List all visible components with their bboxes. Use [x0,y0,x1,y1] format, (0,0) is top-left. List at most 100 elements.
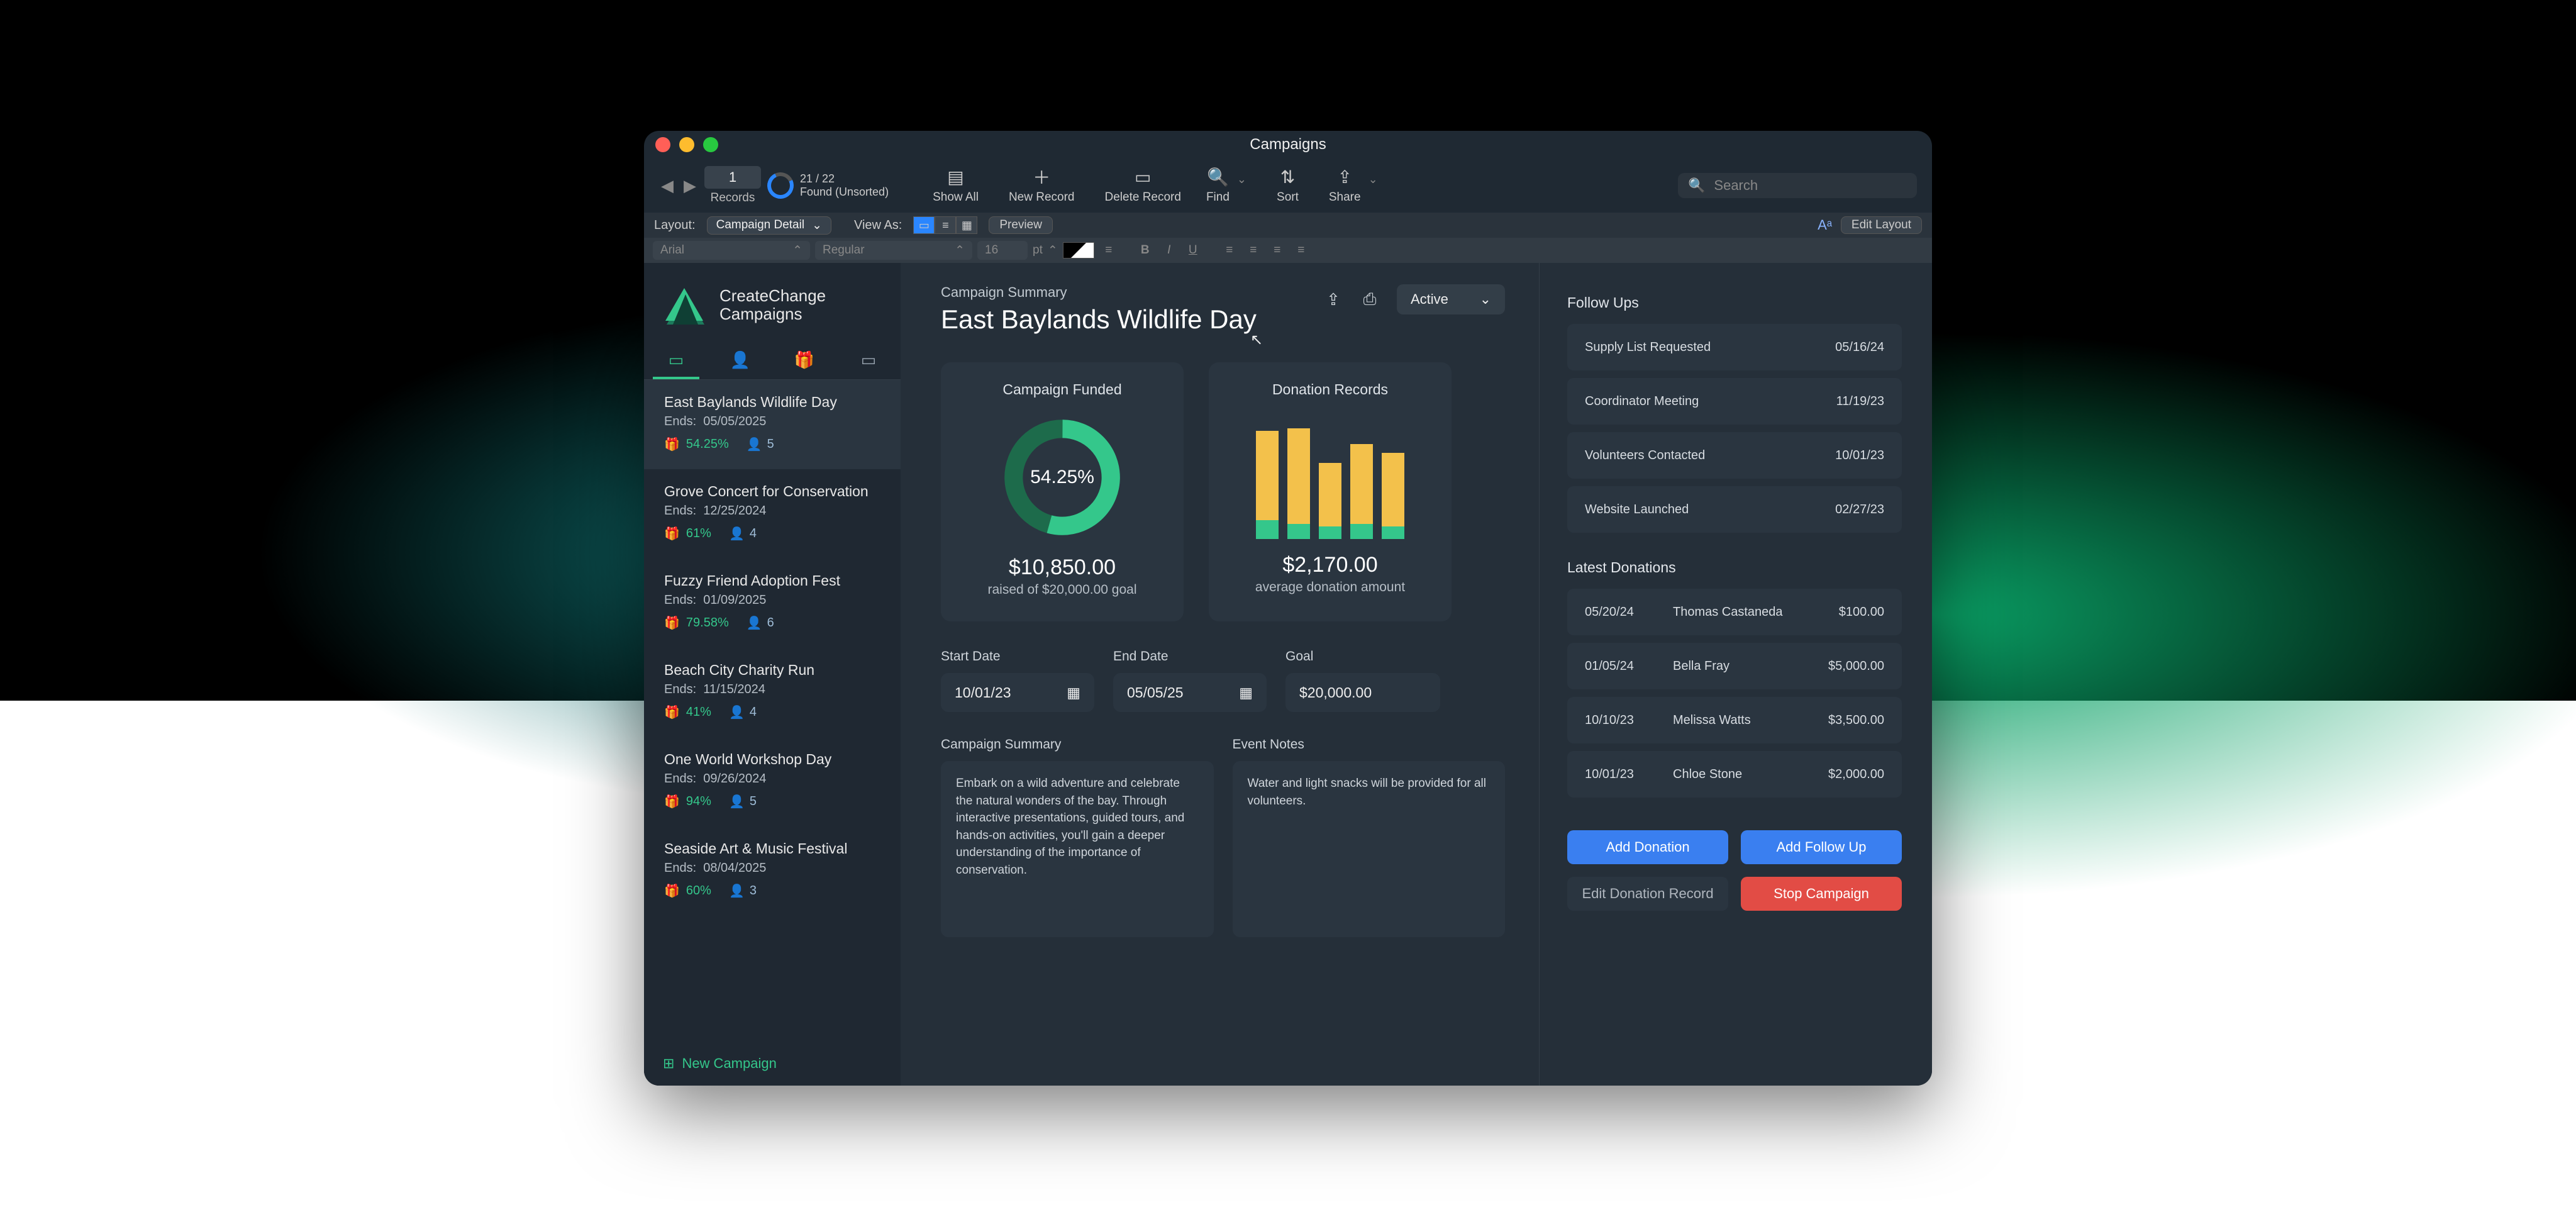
campaign-summary-text[interactable]: Embark on a wild adventure and celebrate… [941,761,1214,937]
plus-box-icon: ⊞ [663,1055,674,1072]
donation-name: Bella Fray [1673,659,1790,674]
new-record-button[interactable]: ＋ New Record [1009,167,1075,204]
font-size-field[interactable]: 16 [977,241,1028,260]
search-input[interactable]: 🔍 Search [1678,173,1917,198]
layout-bar: Layout: Campaign Detail⌄ View As: ▭ ≡ ▦ … [644,213,1932,238]
calendar-icon: ▦ [1067,684,1080,701]
record-ratio: 21 / 22 [800,172,889,186]
font-family-select[interactable]: Arial⌃ [653,241,810,260]
campaign-list-item[interactable]: Fuzzy Friend Adoption Fest Ends: 01/09/2… [644,559,901,648]
underline-button[interactable]: U [1184,243,1202,257]
edit-donation-record-button[interactable]: Edit Donation Record [1567,877,1728,911]
align-center-button[interactable]: ≡ [1244,243,1263,257]
card-icon: ▭ [861,350,877,370]
show-all-button[interactable]: ▤ Show All [933,167,979,204]
donation-row[interactable]: 01/05/24Bella Fray$5,000.00 [1567,643,1902,689]
search-placeholder: Search [1714,177,1758,194]
campaign-list-item[interactable]: Grove Concert for Conservation Ends: 12/… [644,469,901,559]
campaign-list-item[interactable]: Seaside Art & Music Festival Ends: 08/04… [644,826,901,916]
add-donation-button[interactable]: Add Donation [1567,830,1728,864]
view-form-button[interactable]: ▭ [913,216,935,234]
donation-date: 10/01/23 [1585,767,1673,782]
align-right-button[interactable]: ≡ [1268,243,1287,257]
plus-square-icon: ＋ [1031,167,1052,187]
followup-row[interactable]: Website Launched02/27/23 [1567,486,1902,533]
tab-people[interactable]: 👤 [708,341,772,379]
donation-row[interactable]: 05/20/24Thomas Castaneda$100.00 [1567,589,1902,635]
preview-toggle[interactable]: Preview [989,216,1053,234]
italic-button[interactable]: I [1160,243,1179,257]
gift-icon: 🎁 [664,437,680,452]
donation-bars-chart [1256,428,1404,539]
print-button[interactable]: ⎙ [1360,289,1379,309]
status-select[interactable]: Active ⌄ [1397,284,1505,314]
view-list-button[interactable]: ≡ [935,216,956,234]
donation-row[interactable]: 10/10/23Melissa Watts$3,500.00 [1567,697,1902,743]
campaign-percent: 54.25% [686,437,729,452]
funded-card-title: Campaign Funded [1002,381,1121,398]
followup-row[interactable]: Coordinator Meeting 11/19/23 [1567,378,1902,425]
chevron-down-icon: ⌄ [1480,291,1491,308]
prev-record-button[interactable]: ◀ [659,177,675,194]
export-button[interactable]: ⇪ [1324,290,1343,309]
find-menu-caret[interactable]: ⌄ [1237,173,1246,186]
zoom-window-button[interactable] [703,137,718,152]
start-date-input[interactable]: 10/01/23 ▦ [941,673,1094,712]
stop-campaign-button[interactable]: Stop Campaign [1741,877,1902,911]
campaign-list-item[interactable]: East Baylands Wildlife Day Ends: 05/05/2… [644,380,901,469]
fill-color-swatch[interactable] [1063,242,1094,259]
goal-input[interactable]: $20,000.00 [1285,673,1440,712]
bold-button[interactable]: B [1136,243,1155,257]
tab-reports[interactable]: ▭ [836,341,901,379]
breadcrumb: Campaign Summary [941,284,1257,301]
campaign-list-item[interactable]: Beach City Charity Run Ends: 11/15/2024 … [644,648,901,737]
trash-icon: ▭ [1133,167,1153,187]
campaign-people: 4 [750,705,757,720]
delete-record-button[interactable]: ▭ Delete Record [1105,167,1181,204]
campaign-end-date: Ends: 05/05/2025 [664,414,880,429]
campaign-name: East Baylands Wildlife Day [664,394,880,411]
text-style-ai-icon[interactable]: Aᵃ [1818,217,1832,233]
align-left-button[interactable]: ≡ [1220,243,1239,257]
page-title: East Baylands Wildlife Day [941,304,1257,335]
event-notes-text[interactable]: Water and light snacks will be provided … [1233,761,1506,937]
followup-row[interactable]: Volunteers Contacted10/01/23 [1567,432,1902,479]
tab-campaigns[interactable]: ▭ [644,341,708,379]
close-window-button[interactable] [655,137,670,152]
add-followup-button[interactable]: Add Follow Up [1741,830,1902,864]
search-icon: 🔍 [1688,177,1705,194]
edit-layout-button[interactable]: Edit Layout [1841,216,1922,234]
campaign-percent: 61% [686,526,711,541]
sort-icon: ⇅ [1277,167,1297,187]
new-campaign-button[interactable]: ⊞ New Campaign [644,1042,901,1086]
followup-date: 11/19/23 [1836,394,1884,409]
tab-donations[interactable]: 🎁 [772,341,836,379]
campaign-end-date: Ends: 08/04/2025 [664,861,880,876]
chevron-down-icon: ⌄ [812,218,822,233]
donation-row[interactable]: 10/01/23Chloe Stone$2,000.00 [1567,751,1902,798]
end-date-input[interactable]: 05/05/25 ▦ [1113,673,1267,712]
donation-records-title: Donation Records [1272,381,1388,398]
minimize-window-button[interactable] [679,137,694,152]
sort-button[interactable]: ⇅ Sort [1277,167,1299,204]
followup-name: Coordinator Meeting [1585,394,1699,409]
next-record-button[interactable]: ▶ [682,177,698,194]
followup-row[interactable]: Supply List Requested05/16/24 [1567,324,1902,370]
followup-name: Volunteers Contacted [1585,448,1705,463]
view-table-button[interactable]: ▦ [956,216,977,234]
font-weight-select[interactable]: Regular⌃ [815,241,972,260]
line-spacing-button[interactable]: ≡ [1099,243,1118,257]
right-pane: Follow Ups Supply List Requested05/16/24… [1540,263,1932,1086]
align-justify-button[interactable]: ≡ [1292,243,1311,257]
share-button[interactable]: ⇪ Share [1329,167,1361,204]
stack-icon: ▤ [946,167,966,187]
record-index-field[interactable]: 1 [704,166,761,189]
campaign-list[interactable]: East Baylands Wildlife Day Ends: 05/05/2… [644,380,901,1042]
layout-selector[interactable]: Campaign Detail⌄ [707,216,831,235]
find-button[interactable]: 🔍 Find [1206,167,1230,204]
campaign-list-item[interactable]: One World Workshop Day Ends: 09/26/2024 … [644,737,901,826]
share-menu-caret[interactable]: ⌄ [1368,173,1378,186]
funded-amount: $10,850.00 [1009,555,1116,580]
goal-label: Goal [1285,649,1440,664]
view-as-label: View As: [854,218,902,233]
